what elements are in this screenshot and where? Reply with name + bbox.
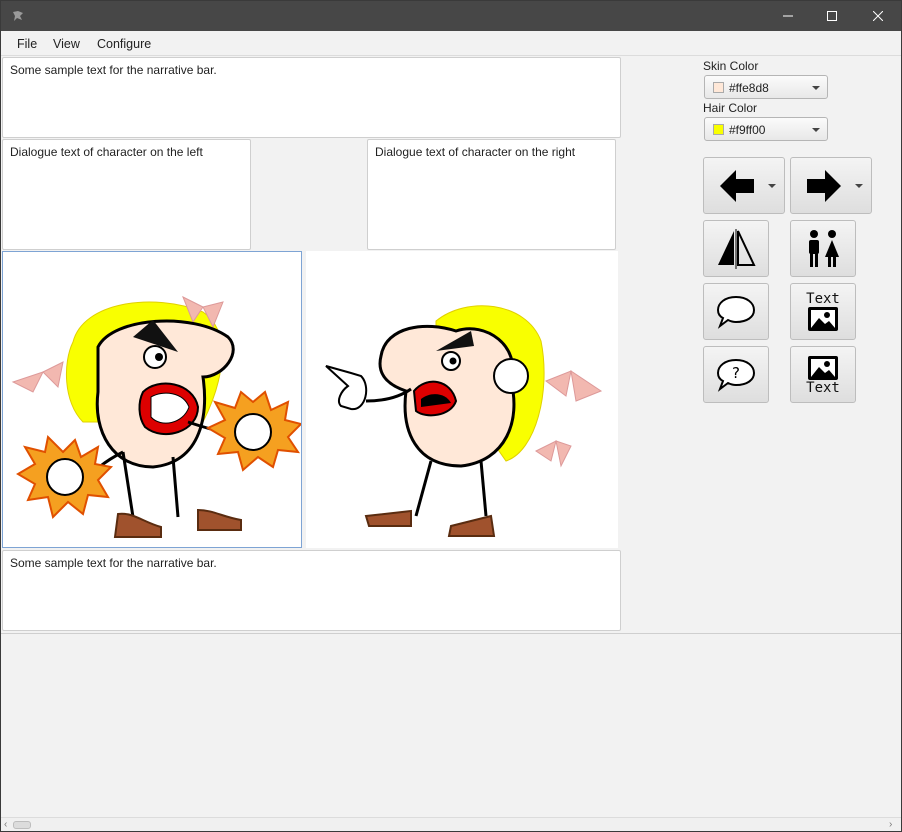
skin-color-picker[interactable]: #ffe8d8: [704, 75, 828, 99]
text-label-icon: Text: [806, 379, 840, 396]
text-above-image-button[interactable]: Text: [790, 283, 856, 340]
arrow-right-icon: [807, 169, 841, 202]
chevron-down-icon[interactable]: [768, 184, 776, 188]
scroll-left-icon[interactable]: ‹: [4, 819, 7, 830]
app-icon: [13, 11, 23, 21]
close-button[interactable]: [855, 1, 901, 31]
hair-color-label: Hair Color: [703, 101, 758, 115]
bow-icon-right: [535, 369, 603, 468]
menu-view[interactable]: View: [53, 37, 80, 51]
narrative-bottom-input[interactable]: Some sample text for the narrative bar.: [2, 550, 621, 631]
minimize-button[interactable]: [765, 1, 811, 31]
right-character-selector-button[interactable]: [790, 157, 872, 214]
left-character-panel[interactable]: [2, 251, 303, 548]
chevron-down-icon: [812, 128, 820, 132]
chevron-down-icon: [812, 86, 820, 90]
skin-color-swatch: [713, 82, 724, 93]
flip-button[interactable]: [703, 220, 769, 277]
right-character-panel[interactable]: [306, 251, 618, 548]
flip-horizontal-icon: [718, 228, 756, 269]
menu-configure[interactable]: Configure: [97, 37, 151, 51]
maximize-button[interactable]: [809, 1, 855, 31]
angry-character-right: [325, 305, 603, 537]
title-bar: [1, 1, 901, 31]
image-icon: [808, 306, 838, 331]
hair-color-value: #f9ff00: [729, 123, 766, 137]
text-label-icon: Text: [806, 290, 840, 307]
skin-color-value: #ffe8d8: [729, 81, 769, 95]
thought-bubble-button[interactable]: ?: [703, 346, 769, 403]
scrollbar-thumb[interactable]: [13, 821, 31, 829]
menu-bar: File View Configure: [1, 31, 901, 56]
dialogue-left-input[interactable]: Dialogue text of character on the left: [2, 139, 251, 250]
arrow-left-icon: [720, 169, 754, 202]
speech-bubble-icon: [716, 295, 756, 329]
skin-color-label: Skin Color: [703, 59, 759, 73]
speech-bubble-button[interactable]: [703, 283, 769, 340]
chevron-down-icon[interactable]: [855, 184, 863, 188]
gender-button[interactable]: [790, 220, 856, 277]
text-below-image-button[interactable]: Text: [790, 346, 856, 403]
left-character-selector-button[interactable]: [703, 157, 785, 214]
app-window: File View Configure Some sample text for…: [0, 0, 902, 832]
horizontal-scrollbar[interactable]: ‹ ›: [1, 817, 901, 831]
svg-text:?: ?: [732, 364, 740, 382]
man-woman-icon: [809, 229, 839, 267]
menu-file[interactable]: File: [17, 37, 37, 51]
narrative-top-input[interactable]: Some sample text for the narrative bar.: [2, 57, 621, 138]
scroll-right-icon[interactable]: ›: [889, 819, 892, 830]
question-bubble-icon: ?: [716, 358, 756, 392]
dialogue-right-input[interactable]: Dialogue text of character on the right: [367, 139, 616, 250]
hair-color-swatch: [713, 124, 724, 135]
image-icon: [808, 355, 838, 380]
angry-character-left: [11, 295, 303, 538]
empty-workspace: [1, 633, 901, 817]
close-icon: [873, 11, 883, 21]
maximize-icon: [827, 11, 837, 21]
minimize-icon: [783, 15, 793, 17]
hair-color-picker[interactable]: #f9ff00: [704, 117, 828, 141]
